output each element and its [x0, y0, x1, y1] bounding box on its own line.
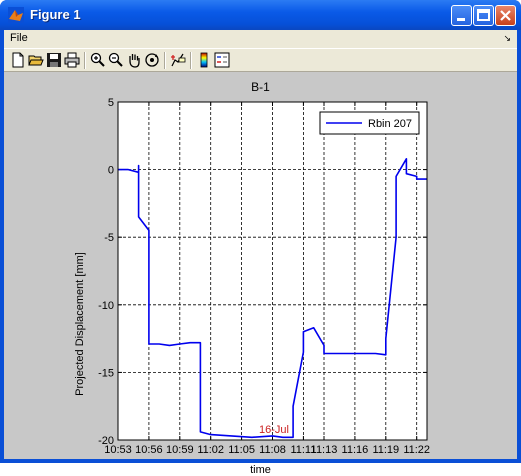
x-tick-label: 11:19 [372, 444, 399, 456]
pan-hand-icon[interactable] [126, 52, 142, 68]
maximize-icon [477, 9, 490, 21]
legend-icon[interactable] [214, 52, 230, 68]
x-tick-label: 11:22 [403, 444, 430, 456]
colorbar-icon[interactable] [196, 52, 212, 68]
y-tick-label: 5 [108, 97, 114, 109]
open-folder-icon[interactable] [28, 52, 44, 68]
y-tick-label: -5 [104, 232, 114, 244]
plot-axes[interactable]: 50-5-10-15-2010:53 10:56 10:59 11:02 11:05 11… [4, 72, 517, 459]
x-tick-label: 11:16 [342, 444, 369, 456]
x-tick-label: 11:08 [259, 444, 286, 456]
close-icon [500, 10, 511, 21]
x-tick-label: 11:05 [228, 444, 255, 456]
title-bar[interactable]: Figure 1 [0, 0, 521, 30]
x-tick-label: 11:02 [197, 444, 224, 456]
window-client-area: File ↘ B-1 Projected Displacement [mm] 5… [4, 30, 517, 476]
minimize-button[interactable] [451, 5, 472, 26]
menu-bar: File ↘ [4, 30, 517, 48]
x-tick-label: 10:56 [135, 444, 163, 456]
y-tick-label: -15 [98, 367, 114, 379]
figure-window: Figure 1 File ↘ B-1 Projected Displaceme… [0, 0, 521, 476]
new-file-icon[interactable] [10, 52, 26, 68]
dock-arrow-icon[interactable]: ↘ [503, 33, 511, 44]
matlab-icon [8, 7, 24, 23]
menu-file[interactable]: File [10, 32, 28, 44]
data-cursor-icon[interactable] [170, 52, 186, 68]
x-axis-label: time [250, 464, 271, 476]
print-icon[interactable] [64, 52, 80, 68]
figure-canvas: B-1 Projected Displacement [mm] 5 0 -5 -10-… [4, 72, 517, 476]
minimize-icon [457, 18, 465, 21]
date-annotation: 16-Jul [259, 424, 289, 436]
x-tick-label: 10:59 [166, 444, 194, 456]
toolbar-separator [84, 52, 86, 69]
zoom-in-icon[interactable] [90, 52, 106, 68]
rotate-3d-icon[interactable] [144, 52, 160, 68]
toolbar [4, 48, 517, 72]
legend-label: Rbin 207 [368, 118, 412, 130]
toolbar-separator [190, 52, 192, 69]
y-tick-label: -10 [98, 300, 114, 312]
y-tick-label: 0 [108, 165, 114, 177]
x-tick-label: 10:53 [104, 444, 132, 456]
save-icon[interactable] [46, 52, 62, 68]
close-button[interactable] [495, 5, 516, 26]
window-title: Figure 1 [30, 7, 81, 22]
toolbar-separator [164, 52, 166, 69]
x-tick-label: 11:13 [311, 444, 338, 456]
zoom-out-icon[interactable] [108, 52, 124, 68]
maximize-button[interactable] [473, 5, 494, 26]
